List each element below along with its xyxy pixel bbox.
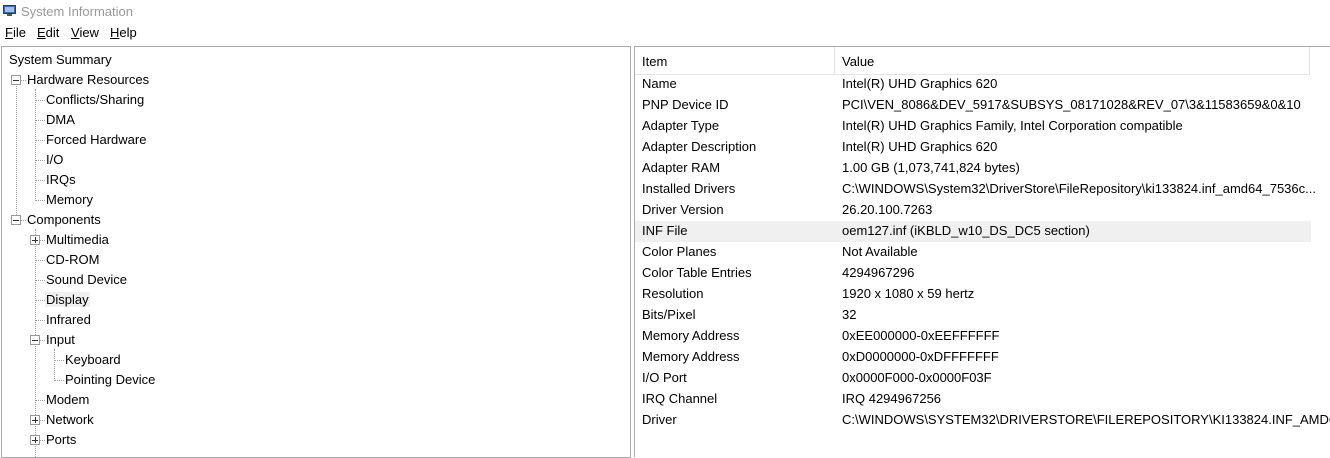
table-row[interactable]: Driver C:\WINDOWS\SYSTEM32\DRIVERSTORE\FI…: [635, 410, 1330, 431]
table-row[interactable]: Adapter Description Intel(R) UHD Graphics…: [635, 137, 1311, 158]
row-value: Not Available: [842, 244, 918, 259]
details-list[interactable]: Item Value Name Intel(R) UHD Graphics 620…: [634, 46, 1330, 457]
table-row-highlighted[interactable]: INF File oem127.inf (iKBLD_w10_DS_DC5 sec…: [635, 221, 1311, 242]
row-value: 1.00 GB (1,073,741,824 bytes): [842, 160, 1020, 175]
row-value: Intel(R) UHD Graphics Family, Intel Corp…: [842, 118, 1183, 133]
category-tree[interactable]: System Summary Hardware Resources Confli…: [1, 46, 631, 458]
table-row[interactable]: Adapter Type Intel(R) UHD Graphics Family…: [635, 116, 1311, 137]
row-item: Resolution: [642, 286, 704, 301]
menu-bar: File Edit View Help: [0, 22, 1330, 44]
tree-item-forced-hardware[interactable]: Forced Hardware: [45, 132, 147, 147]
table-row[interactable]: Color Table Entries 4294967296: [635, 263, 1311, 284]
row-value: C:\WINDOWS\SYSTEM32\DRIVERSTORE\FILEREPO…: [842, 412, 1330, 427]
collapse-icon[interactable]: [11, 75, 21, 85]
row-item: Driver: [642, 412, 677, 427]
row-value: 4294967296: [842, 265, 915, 280]
row-item: Bits/Pixel: [642, 307, 696, 322]
tree-item-ports[interactable]: Ports: [45, 432, 77, 447]
table-row[interactable]: Color Planes Not Available: [635, 242, 1311, 263]
tree-item-conflicts-sharing[interactable]: Conflicts/Sharing: [45, 92, 145, 107]
row-value: 0x0000F000-0x0000F03F: [842, 370, 992, 385]
row-item: Memory Address: [642, 349, 740, 364]
row-item: Memory Address: [642, 328, 740, 343]
row-value: 0xEE000000-0xEEFFFFFF: [842, 328, 1000, 343]
row-value: IRQ 4294967256: [842, 391, 942, 406]
table-row[interactable]: Installed Drivers C:\WINDOWS\System32\Dri…: [635, 179, 1316, 200]
row-item: Adapter Description: [642, 139, 757, 154]
menu-view[interactable]: View: [71, 25, 99, 40]
row-item: I/O Port: [642, 370, 687, 385]
title-bar: System Information: [0, 0, 1330, 22]
tree-item-network[interactable]: Network: [45, 412, 95, 427]
tree-item-keyboard[interactable]: Keyboard: [64, 352, 122, 367]
collapse-icon[interactable]: [11, 215, 21, 225]
tree-item-display[interactable]: Display: [45, 292, 90, 307]
row-item: Name: [642, 76, 677, 91]
row-item: PNP Device ID: [642, 97, 729, 112]
row-item: Adapter Type: [642, 118, 720, 133]
tree-item-infrared[interactable]: Infrared: [45, 312, 92, 327]
menu-edit[interactable]: Edit: [37, 25, 59, 40]
row-value: oem127.inf (iKBLD_w10_DS_DC5 section): [842, 223, 1090, 238]
table-row[interactable]: Memory Address 0xEE000000-0xEEFFFFFF: [635, 326, 1311, 347]
row-item: INF File: [642, 223, 688, 238]
row-value: C:\WINDOWS\System32\DriverStore\FileRepo…: [842, 181, 1316, 196]
row-value: 32: [842, 307, 857, 322]
row-item: Installed Drivers: [642, 181, 736, 196]
row-item: Driver Version: [642, 202, 724, 217]
row-value: Intel(R) UHD Graphics 620: [842, 139, 998, 154]
expand-icon[interactable]: [30, 235, 40, 245]
system-information-icon: [3, 5, 16, 16]
column-header-item[interactable]: Item: [635, 47, 835, 75]
column-header-item-label: Item: [642, 54, 668, 69]
tree-item-memory[interactable]: Memory: [45, 192, 94, 207]
row-item: Adapter RAM: [642, 160, 721, 175]
row-value: 26.20.100.7263: [842, 202, 933, 217]
tree-item-modem[interactable]: Modem: [45, 392, 90, 407]
tree-item-dma[interactable]: DMA: [45, 112, 76, 127]
row-value: Intel(R) UHD Graphics 620: [842, 76, 998, 91]
table-row[interactable]: Memory Address 0xD0000000-0xDFFFFFFF: [635, 347, 1311, 368]
table-row[interactable]: PNP Device ID PCI\VEN_8086&DEV_5917&SUBSY…: [635, 95, 1311, 116]
tree-item-cd-rom[interactable]: CD-ROM: [45, 252, 100, 267]
table-row[interactable]: Adapter RAM 1.00 GB (1,073,741,824 bytes): [635, 158, 1311, 179]
row-item: IRQ Channel: [642, 391, 718, 406]
menu-help[interactable]: Help: [110, 25, 137, 40]
tree-item-components[interactable]: Components: [26, 212, 102, 227]
column-header-value-label: Value: [842, 54, 875, 69]
tree-item-irqs[interactable]: IRQs: [45, 172, 77, 187]
row-value: PCI\VEN_8086&DEV_5917&SUBSYS_08171028&RE…: [842, 97, 1301, 112]
table-row[interactable]: I/O Port 0x0000F000-0x0000F03F: [635, 368, 1311, 389]
tree-item-input[interactable]: Input: [45, 332, 76, 347]
row-value: 0xD0000000-0xDFFFFFFF: [842, 349, 999, 364]
row-item: Color Table Entries: [642, 265, 752, 280]
tree-item-multimedia[interactable]: Multimedia: [45, 232, 110, 247]
table-row[interactable]: Bits/Pixel 32: [635, 305, 1311, 326]
tree-item-hardware-resources[interactable]: Hardware Resources: [26, 72, 150, 87]
table-row[interactable]: Driver Version 26.20.100.7263: [635, 200, 1311, 221]
expand-icon[interactable]: [30, 435, 40, 445]
table-row[interactable]: Resolution 1920 x 1080 x 59 hertz: [635, 284, 1311, 305]
row-value: 1920 x 1080 x 59 hertz: [842, 286, 975, 301]
window-title: System Information: [21, 4, 133, 19]
row-item: Color Planes: [642, 244, 717, 259]
tree-item-system-summary[interactable]: System Summary: [8, 52, 113, 67]
tree-item-pointing-device[interactable]: Pointing Device: [64, 372, 156, 387]
tree-item-io[interactable]: I/O: [45, 152, 64, 167]
collapse-icon[interactable]: [30, 335, 40, 345]
menu-file[interactable]: File: [5, 25, 26, 40]
column-header-value[interactable]: Value: [835, 47, 1310, 75]
expand-icon[interactable]: [30, 415, 40, 425]
tree-item-sound-device[interactable]: Sound Device: [45, 272, 128, 287]
table-row[interactable]: Name Intel(R) UHD Graphics 620: [635, 74, 1311, 95]
table-row[interactable]: IRQ Channel IRQ 4294967256: [635, 389, 1311, 410]
